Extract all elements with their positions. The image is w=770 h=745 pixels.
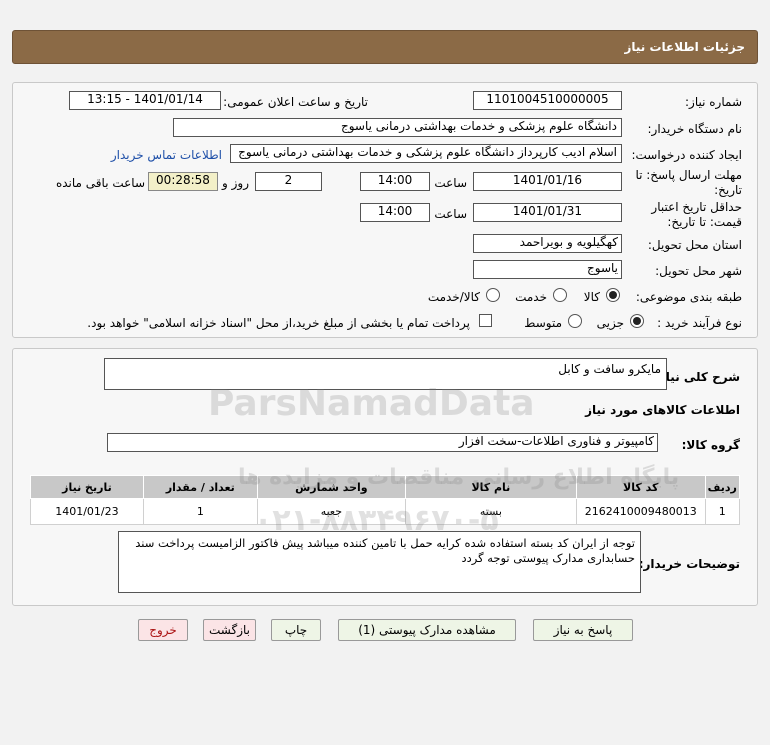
creator-label: ایجاد کننده درخواست: <box>631 148 742 162</box>
cell-unit: جعبه <box>256 498 406 525</box>
col-qty-header: تعداد / مقدار <box>142 475 258 499</box>
goods-group-label: گروه کالا: <box>681 438 740 452</box>
validity-time-field: 14:00 <box>360 203 430 222</box>
remaining-label: ساعت باقی مانده <box>55 176 145 190</box>
remaining-time-field: 00:28:58 <box>148 172 218 191</box>
buyer-contact-link[interactable]: اطلاعات تماس خریدار <box>111 148 222 162</box>
category-goods-radio[interactable] <box>606 288 620 302</box>
goods-table: ردیف کد کالا نام کالا واحد شمارش تعداد /… <box>30 475 741 525</box>
process-minor-radio[interactable] <box>630 314 644 328</box>
process-medium-radio[interactable] <box>568 314 582 328</box>
col-date-header: تاریخ نیاز <box>30 475 144 499</box>
view-docs-button[interactable]: مشاهده مدارک پیوستی (1) <box>338 619 516 641</box>
col-name-header: نام کالا <box>404 475 577 499</box>
page-header: جزئیات اطلاعات نیاز <box>12 30 758 64</box>
deadline-time-field: 14:00 <box>360 172 430 191</box>
announce-field: 1401/01/14 - 13:15 <box>69 91 221 110</box>
category-goods-service-label: کالا/خدمت <box>427 290 480 304</box>
deadline-date-field: 1401/01/16 <box>473 172 622 191</box>
col-row-header: ردیف <box>704 475 741 499</box>
need-number-label: شماره نیاز: <box>685 95 742 109</box>
category-service-label: خدمت <box>515 290 547 304</box>
respond-button[interactable]: پاسخ به نیاز <box>533 619 633 641</box>
cell-name-text: بسته <box>479 505 502 518</box>
days-field: 2 <box>255 172 322 191</box>
col-code-header: کد کالا <box>575 475 706 499</box>
cell-qty: 1 <box>142 498 258 525</box>
cell-row: 1 <box>704 498 741 525</box>
print-button[interactable]: چاپ <box>271 619 321 641</box>
category-service-radio[interactable] <box>553 288 567 302</box>
category-goods-label: کالا <box>583 290 600 304</box>
province-label: استان محل تحویل: <box>647 238 742 252</box>
notes-label: توضیحات خریدار: <box>638 557 740 571</box>
deadline-label-date: تاریخ: <box>714 183 742 197</box>
validity-time-label: ساعت <box>434 207 467 221</box>
process-minor-label: جزیی <box>596 316 624 330</box>
deadline-time-label: ساعت <box>434 176 467 190</box>
goods-info-title: اطلاعات کالاهای مورد نیاز <box>585 403 740 417</box>
need-number-field: 1101004510000005 <box>473 91 622 110</box>
treasury-note: پرداخت تمام یا بخشی از مبلغ خرید،از محل … <box>87 316 470 330</box>
creator-field: اسلام ادیب کارپرداز دانشگاه علوم پزشکی و… <box>230 144 622 163</box>
deadline-label: مهلت ارسال پاسخ: تا <box>635 168 742 182</box>
validity-label-date: قیمت: تا تاریخ: <box>667 215 742 229</box>
page-title: جزئیات اطلاعات نیاز <box>624 40 745 54</box>
category-label: طبقه بندی موضوعی: <box>635 290 742 304</box>
province-field: کهگیلویه و بویراحمد <box>473 234 622 253</box>
category-goods-service-radio[interactable] <box>486 288 500 302</box>
days-label: روز و <box>222 176 249 190</box>
notes-field: توجه از ایران کد بسته استفاده شده کرایه … <box>118 531 641 593</box>
buyer-org-label: نام دستگاه خریدار: <box>647 122 743 136</box>
announce-label: تاریخ و ساعت اعلان عمومی: <box>223 95 368 109</box>
buyer-org-field: دانشگاه علوم پزشکی و خدمات بهداشتی درمان… <box>173 118 622 137</box>
process-label: نوع فرآیند خرید : <box>657 316 742 330</box>
col-unit-header: واحد شمارش <box>256 475 406 499</box>
exit-button[interactable]: خروج <box>138 619 188 641</box>
cell-date: 1401/01/23 <box>30 498 144 525</box>
process-medium-label: متوسط <box>524 316 562 330</box>
validity-date-field: 1401/01/31 <box>473 203 622 222</box>
city-field: یاسوج <box>473 260 622 279</box>
back-button[interactable]: بازگشت <box>203 619 256 641</box>
cell-name: بسته <box>404 498 577 525</box>
goods-group-field: کامپیوتر و فناوری اطلاعات-سخت افزار <box>107 433 658 452</box>
cell-code: 2162410009480013 <box>575 498 706 525</box>
description-field: مایکرو سافت و کابل <box>104 358 667 390</box>
table-row: 1 2162410009480013 بسته جعبه 1 1401/01/2… <box>30 498 741 525</box>
city-label: شهر محل تحویل: <box>655 264 742 278</box>
treasury-checkbox[interactable] <box>479 314 492 327</box>
validity-label: حداقل تاریخ اعتبار <box>651 200 742 214</box>
